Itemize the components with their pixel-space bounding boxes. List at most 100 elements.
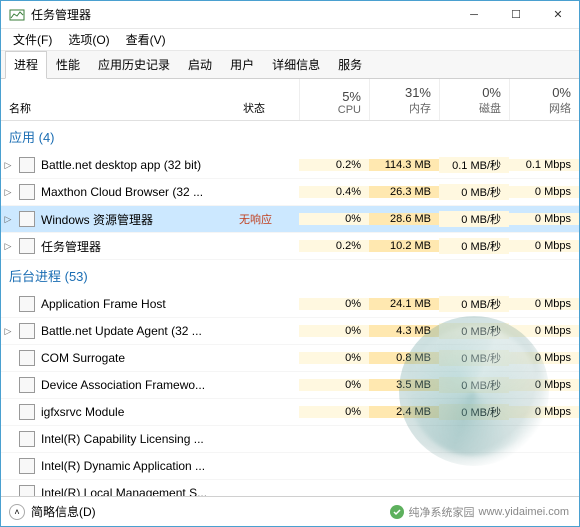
process-name: Device Association Framewo... — [41, 378, 205, 392]
menu-options[interactable]: 选项(O) — [60, 29, 117, 50]
col-network[interactable]: 0% 网络 — [509, 79, 579, 120]
process-name: igfxsrvc Module — [41, 405, 124, 419]
process-name: Battle.net Update Agent (32 ... — [41, 324, 202, 338]
process-net: 0 Mbps — [509, 298, 579, 310]
process-row[interactable]: Application Frame Host0%24.1 MB0 MB/秒0 M… — [1, 291, 579, 318]
process-mem: 0.8 MB — [369, 352, 439, 364]
menubar: 文件(F) 选项(O) 查看(V) — [1, 29, 579, 51]
group-background: 后台进程 (53) — [1, 260, 579, 291]
process-mem: 24.1 MB — [369, 298, 439, 310]
process-net: 0 Mbps — [509, 325, 579, 337]
tab-users[interactable]: 用户 — [221, 51, 263, 78]
expand-icon[interactable]: ▷ — [1, 326, 15, 337]
process-cpu: 0.2% — [299, 159, 369, 171]
process-status: 无响应 — [239, 211, 299, 227]
process-net: 0 Mbps — [509, 186, 579, 198]
tab-services[interactable]: 服务 — [329, 51, 371, 78]
process-icon — [19, 404, 35, 420]
col-memory[interactable]: 31% 内存 — [369, 79, 439, 120]
expand-icon[interactable]: ▷ — [1, 214, 15, 225]
process-icon — [19, 350, 35, 366]
process-cpu: 0.2% — [299, 240, 369, 252]
process-name: Windows 资源管理器 — [41, 211, 153, 228]
process-mem: 28.6 MB — [369, 213, 439, 225]
process-disk: 0 MB/秒 — [439, 323, 509, 339]
process-name: 任务管理器 — [41, 238, 101, 255]
process-name-cell: Battle.net desktop app (32 bit) — [15, 157, 239, 173]
tab-strip: 进程 性能 应用历史记录 启动 用户 详细信息 服务 — [1, 51, 579, 79]
net-percent: 0% — [552, 85, 571, 100]
net-label: 网络 — [549, 100, 571, 116]
process-name-cell: Windows 资源管理器 — [15, 211, 239, 228]
process-disk: 0 MB/秒 — [439, 404, 509, 420]
process-name-cell: COM Surrogate — [15, 350, 239, 366]
app-icon — [9, 7, 25, 23]
process-row[interactable]: Intel(R) Capability Licensing ... — [1, 426, 579, 453]
process-disk: 0 MB/秒 — [439, 377, 509, 393]
maximize-button[interactable]: ☐ — [495, 1, 537, 29]
tab-startup[interactable]: 启动 — [179, 51, 221, 78]
process-name-cell: Intel(R) Local Management S... — [15, 485, 239, 496]
fewer-details-link[interactable]: 简略信息(D) — [31, 503, 96, 520]
process-row[interactable]: ▷Maxthon Cloud Browser (32 ...0.4%26.3 M… — [1, 179, 579, 206]
process-mem: 2.4 MB — [369, 406, 439, 418]
process-name: Application Frame Host — [41, 297, 166, 311]
task-manager-window: 任务管理器 ─ ☐ ✕ 文件(F) 选项(O) 查看(V) 进程 性能 应用历史… — [0, 0, 580, 527]
col-name[interactable]: 名称 — [1, 79, 239, 120]
process-row[interactable]: ▷任务管理器0.2%10.2 MB0 MB/秒0 Mbps — [1, 233, 579, 260]
menu-view[interactable]: 查看(V) — [118, 29, 174, 50]
process-disk: 0 MB/秒 — [439, 238, 509, 254]
process-icon — [19, 211, 35, 227]
menu-file[interactable]: 文件(F) — [5, 29, 60, 50]
process-list[interactable]: 应用 (4) ▷Battle.net desktop app (32 bit)0… — [1, 121, 579, 496]
process-name: COM Surrogate — [41, 351, 125, 365]
process-icon — [19, 184, 35, 200]
tab-performance[interactable]: 性能 — [47, 51, 89, 78]
disk-label: 磁盘 — [479, 100, 501, 116]
process-mem: 10.2 MB — [369, 240, 439, 252]
process-cpu: 0% — [299, 352, 369, 364]
process-icon — [19, 238, 35, 254]
process-name: Intel(R) Local Management S... — [41, 486, 207, 496]
process-net: 0 Mbps — [509, 213, 579, 225]
process-row[interactable]: igfxsrvc Module0%2.4 MB0 MB/秒0 Mbps — [1, 399, 579, 426]
process-icon — [19, 431, 35, 447]
process-net: 0 Mbps — [509, 406, 579, 418]
process-net: 0 Mbps — [509, 352, 579, 364]
process-row[interactable]: Intel(R) Dynamic Application ... — [1, 453, 579, 480]
mem-percent: 31% — [405, 85, 431, 100]
close-button[interactable]: ✕ — [537, 1, 579, 29]
process-row[interactable]: ▷Windows 资源管理器无响应0%28.6 MB0 MB/秒0 Mbps — [1, 206, 579, 233]
minimize-button[interactable]: ─ — [453, 1, 495, 29]
process-mem: 3.5 MB — [369, 379, 439, 391]
process-disk: 0 MB/秒 — [439, 350, 509, 366]
col-disk[interactable]: 0% 磁盘 — [439, 79, 509, 120]
process-name-cell: Intel(R) Dynamic Application ... — [15, 458, 239, 474]
mem-label: 内存 — [409, 100, 431, 116]
process-name-cell: igfxsrvc Module — [15, 404, 239, 420]
process-row[interactable]: Device Association Framewo...0%3.5 MB0 M… — [1, 372, 579, 399]
col-status[interactable]: 状态 — [239, 79, 299, 120]
process-icon — [19, 323, 35, 339]
tab-details[interactable]: 详细信息 — [263, 51, 329, 78]
cpu-label: CPU — [338, 104, 361, 116]
process-disk: 0.1 MB/秒 — [439, 157, 509, 173]
col-cpu[interactable]: 5% CPU — [299, 79, 369, 120]
expand-icon[interactable]: ▷ — [1, 187, 15, 198]
chevron-up-icon[interactable]: ˄ — [9, 504, 25, 520]
process-icon — [19, 377, 35, 393]
column-headers: 名称 状态 5% CPU 31% 内存 0% 磁盘 0% 网络 — [1, 79, 579, 121]
process-row[interactable]: ▷Battle.net desktop app (32 bit)0.2%114.… — [1, 152, 579, 179]
process-name-cell: Battle.net Update Agent (32 ... — [15, 323, 239, 339]
process-row[interactable]: Intel(R) Local Management S... — [1, 480, 579, 496]
tab-app-history[interactable]: 应用历史记录 — [89, 51, 179, 78]
tab-processes[interactable]: 进程 — [5, 51, 47, 79]
process-row[interactable]: COM Surrogate 0%0.8 MB0 MB/秒0 Mbps — [1, 345, 579, 372]
titlebar: 任务管理器 ─ ☐ ✕ — [1, 1, 579, 29]
expand-icon[interactable]: ▷ — [1, 160, 15, 171]
process-name-cell: 任务管理器 — [15, 238, 239, 255]
process-row[interactable]: ▷Battle.net Update Agent (32 ...0%4.3 MB… — [1, 318, 579, 345]
process-net: 0 Mbps — [509, 379, 579, 391]
process-name: Intel(R) Capability Licensing ... — [41, 432, 204, 446]
expand-icon[interactable]: ▷ — [1, 241, 15, 252]
